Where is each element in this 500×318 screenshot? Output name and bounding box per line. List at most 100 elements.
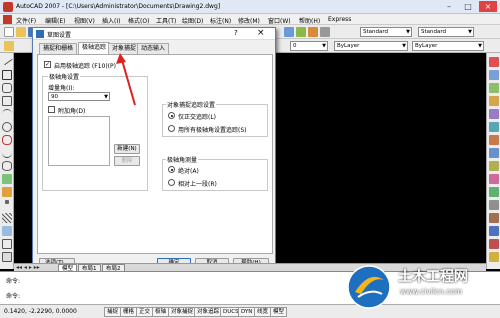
lineweight-toggle[interactable]: 线宽 bbox=[254, 307, 272, 317]
polar-tracking-panel: ✓ 启用极轴追踪 (F10)(P) 极轴角设置 增量角(I): 90 ▼ 附加角(… bbox=[37, 54, 273, 254]
orthogonal-only-label: 仅正交追踪(L) bbox=[178, 114, 217, 121]
polar-measurement-label: 极轴角测量 bbox=[166, 155, 199, 164]
absolute-radio[interactable] bbox=[168, 166, 175, 173]
layer-manager-icon[interactable] bbox=[4, 41, 14, 51]
trim-icon[interactable] bbox=[489, 174, 499, 184]
move-icon[interactable] bbox=[489, 122, 499, 132]
menu-edit[interactable]: 编辑(E) bbox=[45, 16, 65, 25]
arc-icon[interactable] bbox=[2, 109, 12, 119]
gradient-icon[interactable] bbox=[2, 226, 12, 236]
layer-select[interactable]: 0 ▼ bbox=[290, 41, 328, 51]
osnap-toggle[interactable]: 对象捕捉 bbox=[168, 307, 197, 317]
hatch-icon[interactable] bbox=[2, 213, 12, 223]
all-polar-angles-label: 用所有极轴角设置追踪(S) bbox=[178, 127, 247, 134]
polar-toggle[interactable]: 极轴 bbox=[152, 307, 170, 317]
array-icon[interactable] bbox=[489, 109, 499, 119]
break-icon[interactable] bbox=[489, 200, 499, 210]
document-icon[interactable] bbox=[3, 15, 12, 24]
chamfer-icon[interactable] bbox=[489, 226, 499, 236]
maximize-button[interactable]: □ bbox=[459, 1, 477, 12]
additional-angle-checkbox[interactable] bbox=[48, 106, 55, 113]
minimize-button[interactable]: – bbox=[440, 1, 458, 12]
menu-modify[interactable]: 修改(M) bbox=[238, 16, 260, 25]
copy-icon[interactable] bbox=[489, 70, 499, 80]
circle-icon[interactable] bbox=[2, 122, 12, 132]
menu-help[interactable]: 帮助(H) bbox=[299, 16, 320, 25]
snap-toggle[interactable]: 捕捉 bbox=[104, 307, 122, 317]
tab-dynamic-input[interactable]: 动态输入 bbox=[137, 43, 170, 54]
text-style-select[interactable]: Standard ▼ bbox=[360, 27, 412, 37]
tool-palette-icon[interactable] bbox=[308, 27, 318, 37]
menu-express[interactable]: Express bbox=[328, 16, 351, 23]
calculator-icon[interactable] bbox=[320, 27, 330, 37]
mirror-icon[interactable] bbox=[489, 83, 499, 93]
object-snap-tracking-label: 对象捕捉追踪设置 bbox=[166, 100, 217, 109]
menu-file[interactable]: 文件(F) bbox=[16, 16, 36, 25]
dyn-toggle[interactable]: DYN bbox=[238, 307, 256, 317]
join-icon[interactable] bbox=[489, 213, 499, 223]
make-block-icon[interactable] bbox=[2, 187, 12, 197]
increment-angle-label: 增量角(I): bbox=[48, 85, 75, 92]
draw-toolbar bbox=[0, 53, 14, 269]
polygon-icon[interactable] bbox=[2, 83, 12, 93]
dialog-help-icon[interactable]: ? bbox=[234, 29, 238, 37]
extend-icon[interactable] bbox=[489, 187, 499, 197]
dialog-app-icon bbox=[36, 30, 44, 38]
modify-toolbar bbox=[486, 53, 500, 269]
menu-bar: 文件(F) 编辑(E) 视图(V) 插入(I) 格式(O) 工具(T) 绘图(D… bbox=[0, 14, 500, 25]
menu-dimension[interactable]: 标注(N) bbox=[210, 16, 231, 25]
delete-angle-button[interactable]: 删除 bbox=[114, 156, 140, 166]
absolute-label: 绝对(A) bbox=[178, 168, 199, 175]
erase-icon[interactable] bbox=[489, 57, 499, 67]
menu-insert[interactable]: 插入(I) bbox=[102, 16, 120, 25]
all-polar-angles-radio[interactable] bbox=[168, 125, 175, 132]
point-icon[interactable] bbox=[5, 200, 9, 204]
ellipse-icon[interactable] bbox=[2, 161, 12, 171]
scale-icon[interactable] bbox=[489, 148, 499, 158]
insert-block-icon[interactable] bbox=[2, 174, 12, 184]
linetype-select[interactable]: ByLayer ▼ bbox=[412, 41, 484, 51]
polyline-icon[interactable] bbox=[2, 70, 12, 80]
new-angle-button[interactable]: 新建(N) bbox=[114, 144, 140, 154]
table-icon[interactable] bbox=[2, 252, 12, 262]
command-history-line: 命令: bbox=[6, 278, 21, 285]
tab-snap-grid[interactable]: 捕捉和栅格 bbox=[39, 43, 78, 54]
command-prompt[interactable]: 命令: bbox=[6, 291, 20, 300]
properties-icon[interactable] bbox=[284, 27, 294, 37]
autocad-app-icon[interactable] bbox=[3, 2, 13, 12]
red-arrow-annotation bbox=[116, 53, 136, 106]
menu-tools[interactable]: 工具(T) bbox=[156, 16, 176, 25]
open-folder-icon[interactable] bbox=[16, 27, 26, 37]
menu-window[interactable]: 窗口(W) bbox=[268, 16, 291, 25]
additional-angle-list[interactable] bbox=[48, 116, 110, 166]
offset-icon[interactable] bbox=[489, 96, 499, 106]
menu-draw[interactable]: 绘图(D) bbox=[182, 16, 203, 25]
otrack-toggle[interactable]: 对象追踪 bbox=[194, 307, 223, 317]
close-button[interactable]: × bbox=[479, 1, 497, 12]
explode-icon[interactable] bbox=[489, 252, 499, 262]
relative-last-segment-label: 相对上一段(R) bbox=[178, 181, 217, 188]
rectangle-icon[interactable] bbox=[2, 96, 12, 106]
color-select[interactable]: ByLayer ▼ bbox=[334, 41, 408, 51]
dialog-title-bar: 草图设置 ? × bbox=[33, 28, 275, 40]
spline-icon[interactable] bbox=[2, 148, 12, 158]
design-center-icon[interactable] bbox=[296, 27, 306, 37]
enable-polar-checkbox[interactable]: ✓ bbox=[44, 61, 51, 68]
relative-last-segment-radio[interactable] bbox=[168, 179, 175, 186]
line-icon[interactable] bbox=[1, 54, 13, 66]
menu-format[interactable]: 格式(O) bbox=[128, 16, 149, 25]
dim-style-select[interactable]: Standard ▼ bbox=[418, 27, 474, 37]
stretch-icon[interactable] bbox=[489, 161, 499, 171]
model-toggle[interactable]: 模型 bbox=[270, 307, 288, 317]
rotate-icon[interactable] bbox=[489, 135, 499, 145]
orthogonal-only-radio[interactable] bbox=[168, 112, 175, 119]
region-icon[interactable] bbox=[2, 239, 12, 249]
new-file-icon[interactable] bbox=[4, 27, 14, 37]
revcloud-icon[interactable] bbox=[2, 135, 12, 145]
fillet-icon[interactable] bbox=[489, 239, 499, 249]
menu-view[interactable]: 视图(V) bbox=[74, 16, 95, 25]
ortho-toggle[interactable]: 正交 bbox=[136, 307, 154, 317]
grid-toggle[interactable]: 栅格 bbox=[120, 307, 138, 317]
dialog-close-icon[interactable]: × bbox=[257, 28, 265, 38]
watermark-title: 土木工程网 bbox=[398, 269, 468, 285]
